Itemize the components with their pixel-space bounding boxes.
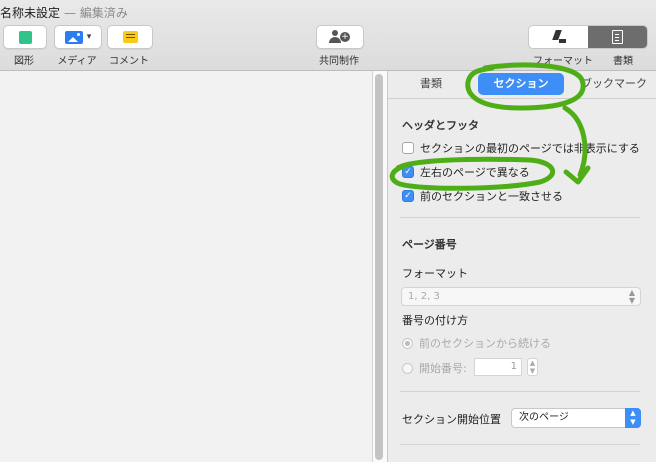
page-number-format-popup[interactable]: 1, 2, 3 ▲ ▼ [401,287,641,306]
start-at-option[interactable]: 開始番号: [402,360,467,376]
tab-bookmarks[interactable]: ブックマーク [578,73,650,95]
media-label: メディア [57,56,97,67]
window-title: 名称未設定 — 編集済み [0,4,128,21]
section-start-value: 次のページ [519,412,569,423]
chevron-down-icon: ▾ [86,32,92,42]
format-label: フォーマット [533,56,593,67]
tab-divider [388,98,656,99]
collab-label: 共同制作 [319,56,359,67]
collaborate-button[interactable]: + [316,25,364,49]
divider [400,217,640,218]
document-button[interactable] [588,26,647,48]
tab-document[interactable]: 書類 [400,73,462,95]
hide-first-page-checkbox[interactable] [402,142,414,154]
shape-button[interactable] [3,25,47,49]
scrollbar-thumb[interactable] [375,74,383,460]
image-icon [64,30,83,44]
numbering-caption: 番号の付け方 [402,314,468,327]
different-left-right-option[interactable]: ✓ 左右のページで異なる [402,164,530,180]
updown-arrows-icon: ▲ ▼ [625,408,641,428]
add-person-icon: + [329,30,351,44]
updown-arrows-icon: ▲ ▼ [628,288,635,305]
format-caption: フォーマット [402,267,468,280]
divider [400,444,640,445]
toolbar: 名称未設定 — 編集済み 図形 ▾ メディア コメント + 共同制作 フォーマット… [0,0,656,71]
continue-option[interactable]: 前のセクションから続ける [402,335,551,351]
continue-label: 前のセクションから続ける [419,337,551,350]
hide-first-page-option[interactable]: セクションの最初のページでは非表示にする [402,140,654,156]
edit-status: — 編集済み [64,6,128,20]
document-canvas[interactable] [0,71,372,462]
comment-icon [122,31,138,43]
match-previous-checkbox[interactable]: ✓ [402,190,414,202]
hide-first-page-label: セクションの最初のページでは非表示にする [420,142,640,155]
continue-radio[interactable] [402,337,413,349]
divider [400,391,640,392]
section-start-popup[interactable]: 次のページ ▲ ▼ [511,408,641,428]
document-label: 書類 [613,56,633,67]
comment-label: コメント [109,56,149,67]
match-previous-option[interactable]: ✓ 前のセクションと一致させる [402,188,563,204]
document-name: 名称未設定 [0,6,61,20]
header-footer-title: ヘッダとフッタ [402,119,479,132]
different-left-right-checkbox[interactable]: ✓ [402,166,414,178]
media-button[interactable]: ▾ [54,25,102,49]
section-start-caption: セクション開始位置 [402,413,501,426]
shape-label: 図形 [14,56,34,67]
document-icon [612,30,623,44]
document-inspector: 書類 セクション ブックマーク ヘッダとフッタ セクションの最初のページでは非表… [387,71,656,462]
format-button[interactable] [529,26,588,48]
different-left-right-label: 左右のページで異なる [420,166,530,179]
tab-section[interactable]: セクション [478,73,564,95]
match-previous-label: 前のセクションと一致させる [420,190,563,203]
comment-button[interactable] [107,25,153,49]
start-at-label: 開始番号: [419,362,467,375]
shape-icon [18,30,32,44]
start-at-radio[interactable] [402,362,413,374]
start-number-field[interactable]: 1 [474,358,522,376]
page-number-title: ページ番号 [402,238,457,251]
page-number-format-value: 1, 2, 3 [408,291,440,302]
paintbrush-icon [552,30,566,44]
inspector-toggle [528,25,648,49]
start-number-stepper[interactable]: ▲ ▼ [527,358,538,376]
